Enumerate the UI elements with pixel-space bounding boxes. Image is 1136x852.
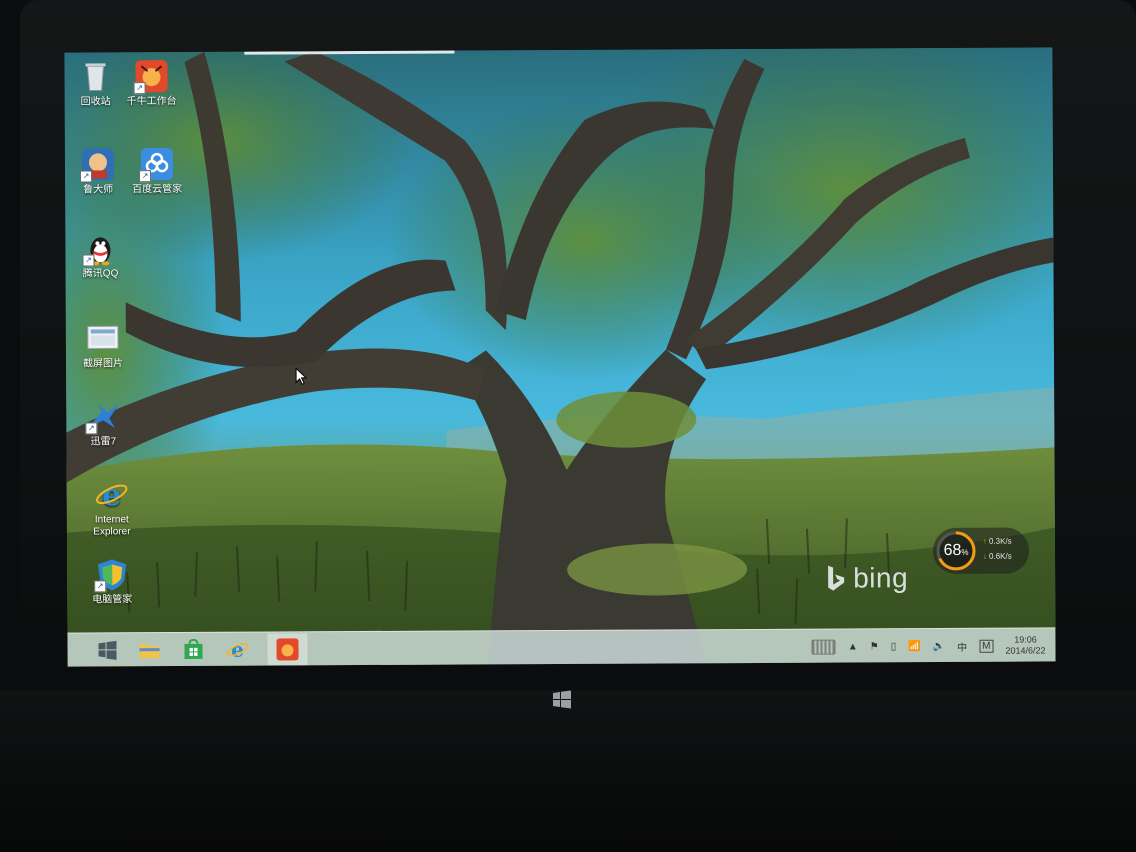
volume-icon[interactable]: 🔈 [933,640,946,651]
taskbar: e ▲ ⚑ ▯ 📶 🔈 中 M 19:06 2014/6/22 [67,627,1056,667]
file-explorer-folder-icon [139,644,160,659]
upload-speed-value: 0.3K/s [988,536,1012,546]
desktop-icon-label: 回收站 [80,96,111,108]
ime-mode-indicator[interactable]: M [979,639,994,653]
windows-start-icon [98,640,117,660]
show-hidden-icons-button[interactable]: ▲ [848,641,858,652]
desktop-icon-qq[interactable]: ↗ 腾讯QQ [69,230,131,280]
taskbar-file-explorer[interactable] [129,634,169,666]
bing-wordmark: bing [853,562,909,594]
shortcut-arrow-icon: ↗ [85,422,98,435]
desktop-icon-qianniu[interactable]: ↗ 千牛工作台 [120,58,182,108]
bing-wallpaper-logo: bing [825,562,908,594]
taskbar-qianniu[interactable] [267,633,308,666]
download-speed: ↓ 0.6K/s [983,552,1012,561]
desktop-icon-label: 鲁大师 [83,184,114,196]
desktop-icon-label: Internet Explorer [93,514,131,538]
ime-language-indicator[interactable]: 中 [957,638,967,653]
gauge-percent: 68% [935,530,977,572]
desktop-icon-recycle-bin[interactable]: 回收站 [64,58,126,108]
battery-icon[interactable]: ▯ [891,641,897,652]
taskbar-clock[interactable]: 19:06 2014/6/22 [1005,634,1045,656]
clock-date: 2014/6/22 [1005,645,1046,656]
taskbar-start-button[interactable] [87,634,127,666]
download-speed-value: 0.6K/s [989,551,1012,561]
desktop-icon-label: 百度云管家 [132,183,183,196]
desktop-icon-screenshot-folder[interactable]: 截屏图片 [72,320,134,370]
desktop-icon-label: 千牛工作台 [126,96,177,108]
desktop-icon-label: 电脑管家 [92,594,133,606]
network-speed-widget[interactable]: 68% ↑ 0.3K/s ↓ 0.6K/s [932,527,1030,575]
upload-speed: ↑ 0.3K/s [983,537,1012,546]
svg-text:e: e [102,478,121,512]
gauge-percent-value: 68 [943,541,962,559]
qianniu-icon [276,638,299,661]
action-center-flag-icon[interactable]: ⚑ [870,641,879,652]
screenshot-folder-icon [87,325,119,349]
bing-b-icon [828,565,845,591]
internet-explorer-icon: e [96,478,128,512]
screen: 回收站 ↗ 千牛工作台 ↗ 鲁大师 ↗ 百度云管家 ↗ 腾讯QQ 截屏图片 ↗ … [64,47,1056,667]
mouse-cursor-icon [295,367,308,386]
upload-arrow-icon: ↑ [982,536,987,546]
touch-keyboard-icon[interactable] [811,639,836,655]
desktop-icon-internet-explorer[interactable]: e Internet Explorer [81,476,143,538]
desktop-icon-label: 截屏图片 [83,358,124,370]
download-arrow-icon: ↓ [983,551,988,561]
taskbar-internet-explorer[interactable]: e [217,634,257,666]
desktop-icon-ludashi[interactable]: ↗ 鲁大师 [67,146,129,196]
windows-logo-icon [553,690,571,709]
desktop-icon-label: 迅雷7 [90,436,117,448]
desktop-icon-pc-manager[interactable]: ↗ 电脑管家 [81,556,143,606]
shortcut-arrow-icon: ↗ [139,170,152,183]
shortcut-arrow-icon: ↗ [80,170,93,183]
svg-text:e: e [231,638,244,662]
recycle-bin-icon [85,63,106,91]
internet-explorer-icon: e [226,638,249,662]
wifi-signal-icon[interactable]: 📶 [908,641,921,652]
clock-time: 19:06 [1014,634,1037,645]
taskbar-windows-store[interactable] [173,634,213,666]
desktop-icon-label: 腾讯QQ [82,268,119,280]
shortcut-arrow-icon: ↗ [82,254,95,267]
shortcut-arrow-icon: ↗ [133,82,146,95]
desktop-icon-xunlei[interactable]: ↗ 迅雷7 [72,398,134,448]
system-tray: ▲ ⚑ ▯ 📶 🔈 中 M 19:06 2014/6/22 [806,628,1056,663]
desktop-icon-baidu-cloud[interactable]: ↗ 百度云管家 [126,146,188,196]
gauge-percent-unit: % [961,547,969,557]
hardware-windows-button[interactable] [547,685,577,715]
shortcut-arrow-icon: ↗ [94,580,107,593]
windows-store-icon [184,638,203,659]
